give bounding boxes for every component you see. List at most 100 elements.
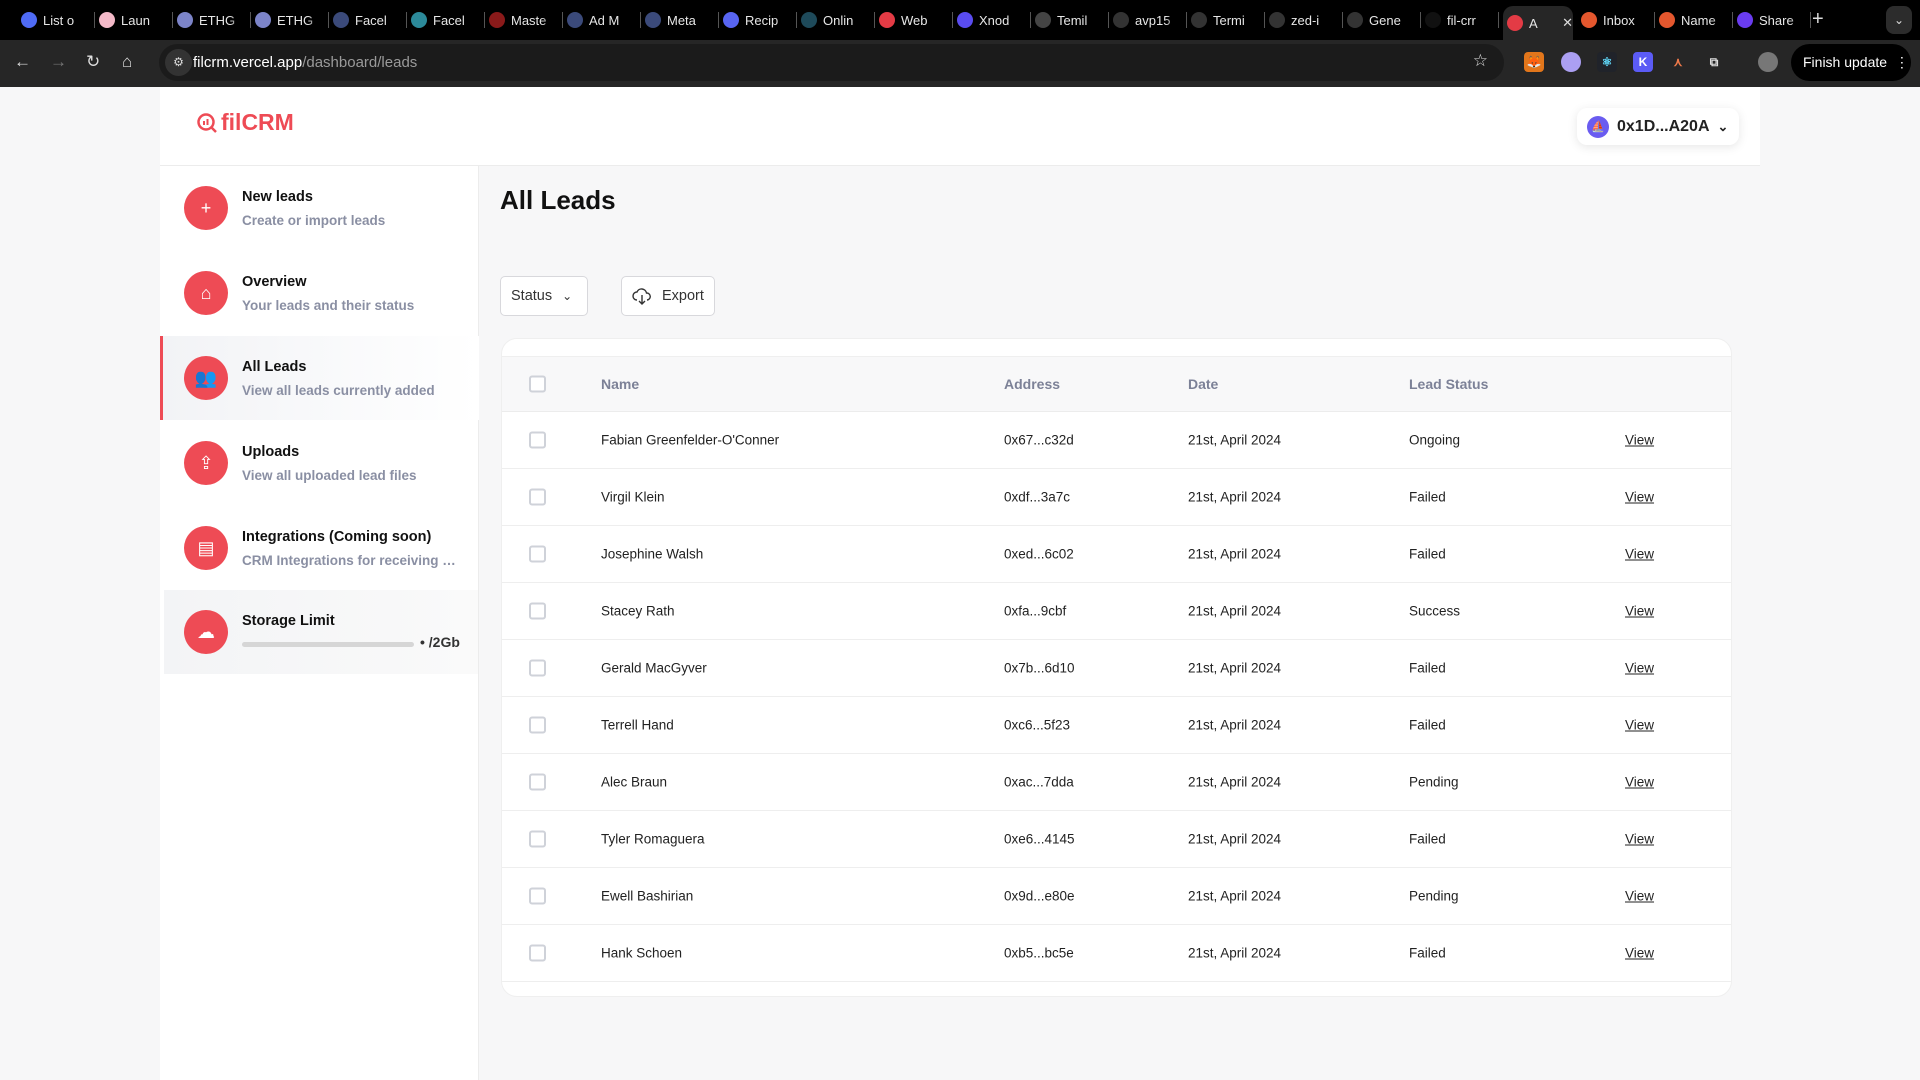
tab-label: Laun — [121, 12, 150, 28]
finish-update-button[interactable]: Finish update ⋮ — [1791, 44, 1911, 81]
browser-tab[interactable]: avp15 — [1109, 6, 1187, 34]
view-link[interactable]: View — [1625, 946, 1654, 961]
view-link[interactable]: View — [1625, 775, 1654, 790]
url-text[interactable]: filcrm.vercel.app/dashboard/leads — [193, 54, 417, 71]
sidebar-item-subtitle: View all leads currently added — [242, 383, 435, 398]
row-checkbox[interactable] — [529, 431, 546, 449]
phantom-extension-icon[interactable] — [1561, 52, 1581, 72]
browser-tab[interactable]: Inbox — [1577, 6, 1655, 34]
view-link[interactable]: View — [1625, 718, 1654, 733]
browser-tab[interactable]: Web — [875, 6, 953, 34]
status-filter-dropdown[interactable]: Status ⌄ — [500, 276, 588, 316]
new-tab-button[interactable]: + — [1812, 8, 1824, 31]
lead-date: 21st, April 2024 — [1188, 660, 1282, 676]
extensions-puzzle-icon[interactable]: ⧉ — [1704, 52, 1724, 72]
column-date[interactable]: Date — [1188, 376, 1218, 392]
browser-tab[interactable]: Laun — [95, 6, 173, 34]
lead-name: Josephine Walsh — [601, 546, 704, 562]
row-checkbox[interactable] — [529, 944, 546, 962]
tab-label: Temil — [1057, 12, 1088, 28]
table-row: Tyler Romaguera 0xe6...4145 21st, April … — [502, 811, 1731, 868]
sidebar-item-integrations[interactable]: ▤ Integrations (Coming soon) CRM Integrati… — [160, 506, 479, 590]
row-checkbox[interactable] — [529, 716, 546, 734]
tab-favicon-icon — [1581, 12, 1597, 28]
browser-tab[interactable]: Onlin — [797, 6, 875, 34]
react-devtools-icon[interactable]: ⚛ — [1597, 52, 1617, 72]
address-bar[interactable]: ⚙ filcrm.vercel.app/dashboard/leads ☆ — [159, 44, 1504, 81]
app-header: filCRM ⛵ 0x1D...A20A ⌄ — [160, 87, 1760, 166]
row-checkbox[interactable] — [529, 659, 546, 677]
tab-label: Gene — [1369, 12, 1401, 28]
browser-tab[interactable]: Termi — [1187, 6, 1265, 34]
sidebar-item-all-leads[interactable]: 👥 All Leads View all leads currently added — [160, 336, 479, 420]
browser-tab[interactable]: Meta — [641, 6, 719, 34]
browser-tab[interactable]: Gene — [1343, 6, 1421, 34]
chevron-down-icon: ⌄ — [1717, 118, 1729, 134]
extension-icon[interactable]: ⋏ — [1668, 52, 1688, 72]
browser-tab[interactable]: Facel — [407, 6, 485, 34]
home-icon[interactable]: ⌂ — [122, 52, 132, 72]
view-link[interactable]: View — [1625, 889, 1654, 904]
row-checkbox[interactable] — [529, 887, 546, 905]
browser-tab[interactable]: Maste — [485, 6, 563, 34]
browser-tab[interactable]: Ad M — [563, 6, 641, 34]
close-tab-icon[interactable]: ✕ — [1562, 15, 1573, 31]
view-link[interactable]: View — [1625, 832, 1654, 847]
browser-tab[interactable]: List o — [17, 6, 95, 34]
lead-status: Pending — [1409, 774, 1459, 790]
row-checkbox[interactable] — [529, 545, 546, 563]
back-icon[interactable]: ← — [14, 52, 31, 72]
browser-tab[interactable]: Name — [1655, 6, 1733, 34]
sidebar-item-uploads[interactable]: ⇪ Uploads View all uploaded lead files — [160, 421, 479, 505]
lead-status: Failed — [1409, 489, 1446, 505]
column-name[interactable]: Name — [601, 376, 639, 392]
browser-tab[interactable]: zed-i — [1265, 6, 1343, 34]
column-lead-status[interactable]: Lead Status — [1409, 376, 1488, 392]
forward-icon[interactable]: → — [50, 52, 67, 72]
sidebar-item-title: Integrations (Coming soon) — [242, 529, 432, 545]
tab-search-button[interactable]: ⌄ — [1886, 6, 1912, 34]
metamask-extension-icon[interactable]: 🦊 — [1524, 52, 1544, 72]
profile-avatar[interactable] — [1758, 52, 1778, 72]
tab-favicon-icon — [411, 12, 427, 28]
tab-favicon-icon — [1269, 12, 1285, 28]
sidebar-item-new[interactable]: + New leads Create or import leads — [160, 166, 479, 250]
tab-label: Onlin — [823, 12, 854, 28]
view-link[interactable]: View — [1625, 490, 1654, 505]
bookmark-star-icon[interactable]: ☆ — [1473, 51, 1488, 71]
browser-tab[interactable]: Temil — [1031, 6, 1109, 34]
row-checkbox[interactable] — [529, 602, 546, 620]
browser-tab[interactable]: Facel — [329, 6, 407, 34]
export-button[interactable]: Export — [621, 276, 715, 316]
row-checkbox[interactable] — [529, 773, 546, 791]
row-checkbox[interactable] — [529, 830, 546, 848]
k-extension-icon[interactable]: K — [1633, 52, 1653, 72]
lead-status: Success — [1409, 603, 1461, 619]
column-address[interactable]: Address — [1004, 376, 1060, 392]
browser-tab[interactable]: ETHG — [173, 6, 251, 34]
row-checkbox[interactable] — [529, 488, 546, 506]
view-link[interactable]: View — [1625, 433, 1654, 448]
view-link[interactable]: View — [1625, 604, 1654, 619]
browser-tab[interactable]: fil-crr — [1421, 6, 1499, 34]
table-row: Terrell Hand 0xc6...5f23 21st, April 202… — [502, 697, 1731, 754]
tab-separator — [1810, 12, 1811, 28]
site-settings-icon[interactable]: ⚙ — [165, 49, 192, 76]
reload-icon[interactable]: ↻ — [86, 52, 100, 72]
tab-label: ETHG — [277, 12, 314, 28]
browser-tab[interactable]: Recip — [719, 6, 797, 34]
view-link[interactable]: View — [1625, 661, 1654, 676]
wallet-avatar: ⛵ — [1587, 115, 1609, 138]
logo[interactable]: filCRM — [196, 109, 294, 136]
sidebar-item-overview[interactable]: ⌂ Overview Your leads and their status — [160, 251, 479, 335]
browser-tab[interactable]: Xnod — [953, 6, 1031, 34]
wallet-button[interactable]: ⛵ 0x1D...A20A ⌄ — [1577, 108, 1739, 145]
cloud-upload-icon: ⇪ — [184, 441, 228, 485]
lead-name: Virgil Klein — [601, 489, 665, 505]
browser-tab[interactable]: Share — [1733, 6, 1811, 34]
view-link[interactable]: View — [1625, 547, 1654, 562]
select-all-checkbox[interactable] — [529, 375, 546, 393]
lead-status: Failed — [1409, 831, 1446, 847]
tab-active[interactable]: A ✕ — [1503, 6, 1573, 40]
browser-tab[interactable]: ETHG — [251, 6, 329, 34]
